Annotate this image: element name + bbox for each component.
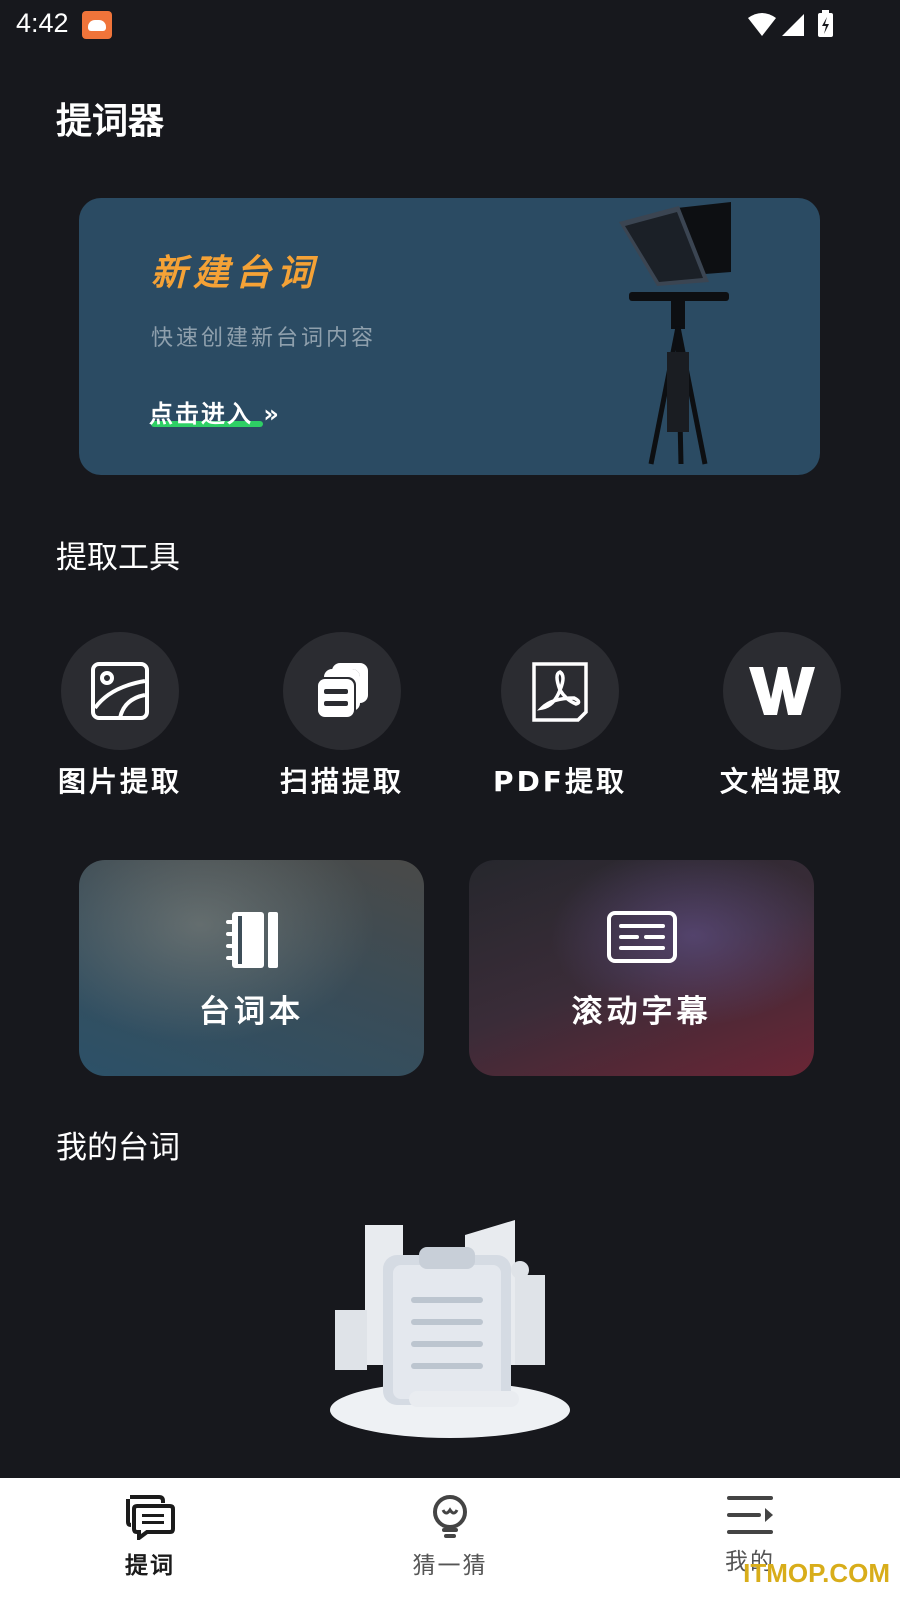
teleprompter-illustration xyxy=(599,202,769,475)
chat-lines-icon xyxy=(126,1495,175,1542)
app-notification-icon xyxy=(82,11,112,39)
subtitles-icon xyxy=(606,910,678,968)
tool-label: 扫描提取 xyxy=(279,765,404,798)
status-bar: 4:42 xyxy=(0,0,900,48)
tool-scan-extract[interactable]: 扫描提取 xyxy=(252,632,432,802)
nav-label: 提词 xyxy=(125,1553,175,1579)
battery-charging-icon xyxy=(818,10,833,37)
nav-tab-guess[interactable]: 猜一猜 xyxy=(370,1494,530,1580)
scrolling-subtitle-card[interactable]: 滚动字幕 xyxy=(469,860,814,1076)
card-label: 滚动字幕 xyxy=(571,994,712,1030)
my-lines-title: 我的台词 xyxy=(56,1130,180,1166)
tool-label: PDF提取 xyxy=(493,765,627,798)
page-title: 提词器 xyxy=(56,101,165,142)
menu-icon xyxy=(727,1496,773,1534)
tool-label: 图片提取 xyxy=(57,765,182,798)
wifi-icon xyxy=(748,13,776,36)
tool-doc-extract[interactable]: 文档提取 xyxy=(692,632,872,802)
tool-label: 文档提取 xyxy=(719,765,844,798)
card-label: 台词本 xyxy=(199,994,304,1030)
status-time: 4:42 xyxy=(16,8,69,38)
banner-enter-link[interactable]: 点击进入 » xyxy=(149,394,281,429)
extract-section-title: 提取工具 xyxy=(56,540,180,576)
empty-clipboard-illustration xyxy=(325,1215,575,1449)
scan-documents-icon xyxy=(283,632,401,750)
tool-pdf-extract[interactable]: PDF提取 xyxy=(470,632,650,802)
notebook-icon xyxy=(224,910,280,974)
nav-tab-prompt[interactable]: 提词 xyxy=(70,1494,230,1580)
banner-subtitle: 快速创建新台词内容 xyxy=(151,326,377,351)
tool-image-extract[interactable]: 图片提取 xyxy=(30,632,210,802)
nav-label: 猜一猜 xyxy=(412,1553,488,1579)
new-script-banner[interactable]: 新建台词 快速创建新台词内容 点击进入 » xyxy=(79,198,820,475)
word-doc-icon xyxy=(723,632,841,750)
script-book-card[interactable]: 台词本 xyxy=(79,860,424,1076)
lightbulb-icon xyxy=(433,1495,467,1538)
status-icons xyxy=(748,10,840,44)
pdf-icon xyxy=(501,632,619,750)
image-icon xyxy=(61,632,179,750)
signal-icon xyxy=(782,14,804,36)
banner-title: 新建台词 xyxy=(151,253,320,294)
watermark: ITMOP.COM xyxy=(743,1558,890,1588)
